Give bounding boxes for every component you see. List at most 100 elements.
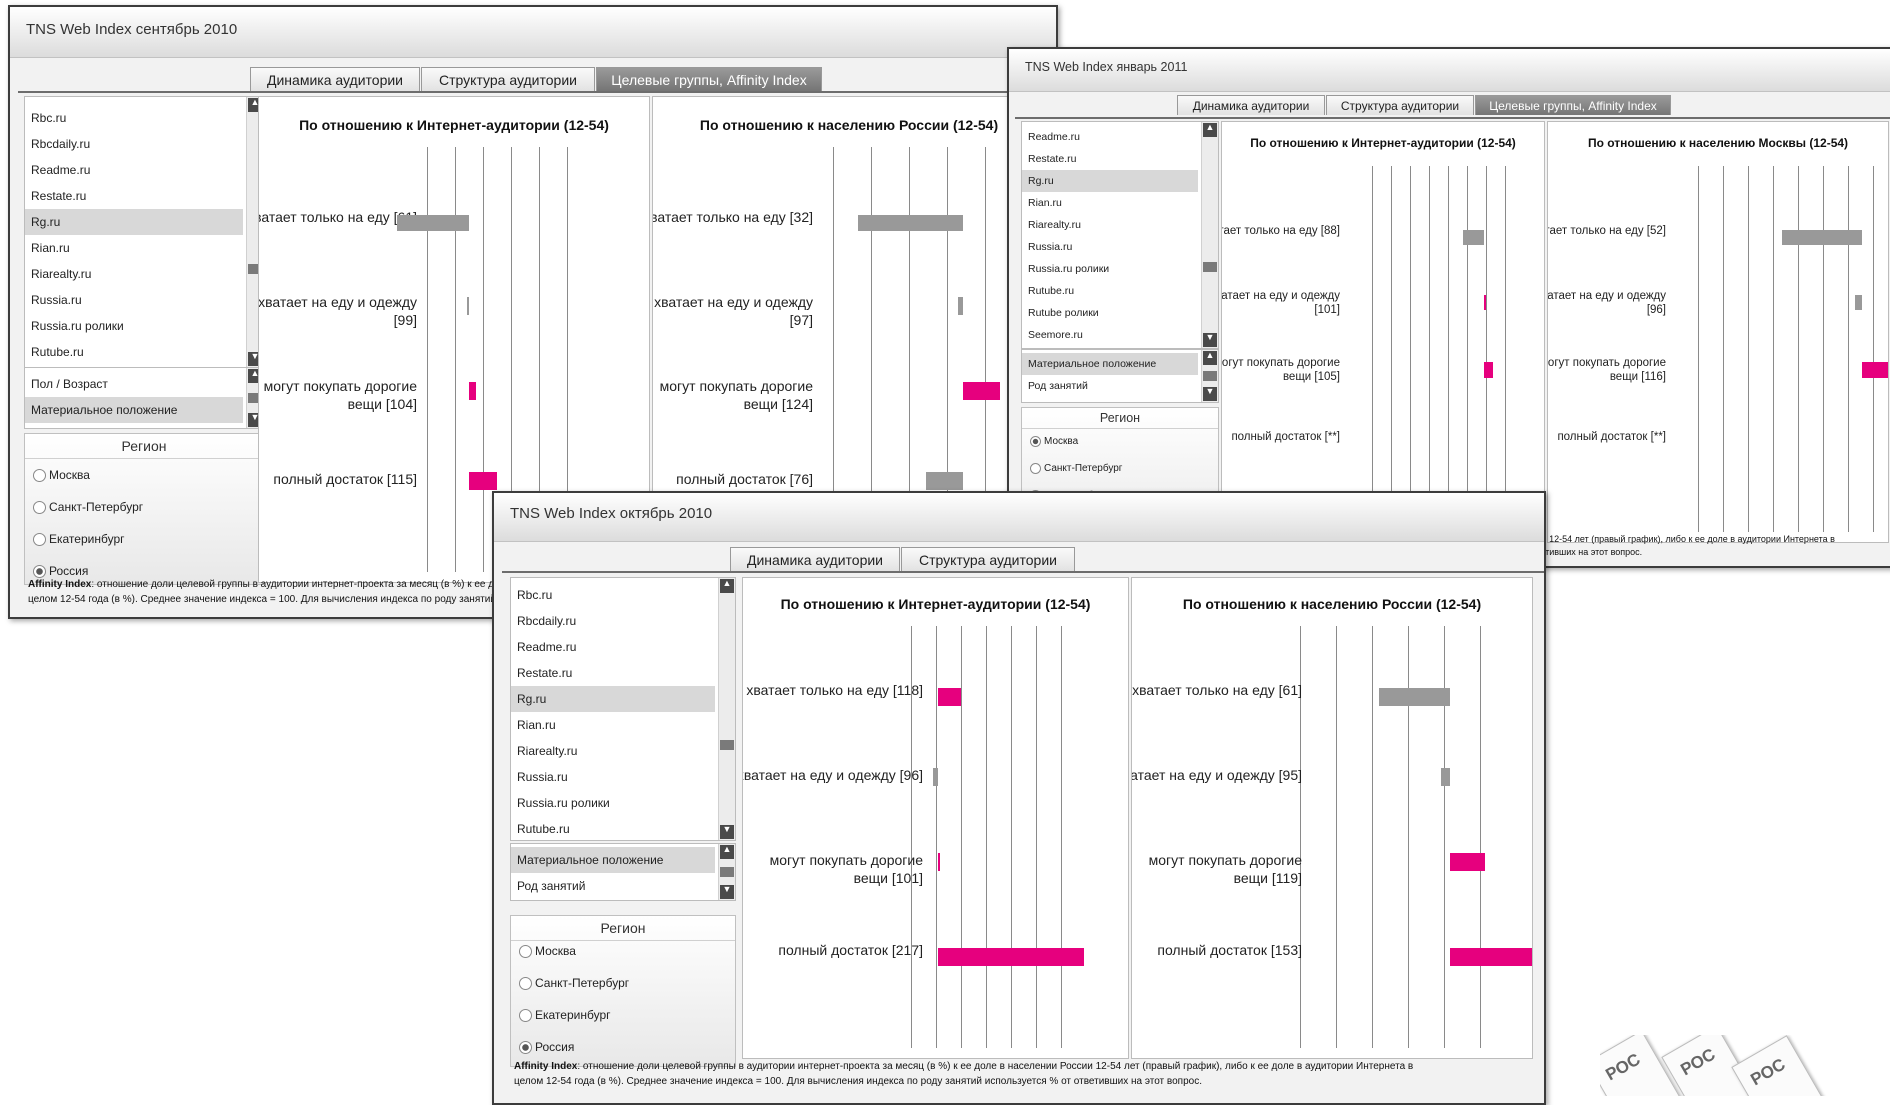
region-option[interactable]: Москва: [519, 942, 576, 960]
region-option[interactable]: Москва: [1030, 432, 1078, 450]
radio-button-icon[interactable]: [33, 564, 46, 578]
chart-category-label: хватает только на еду [61]: [1132, 682, 1302, 698]
tab-audience-dynamics[interactable]: Динамика аудитории: [730, 547, 900, 571]
site-list-item[interactable]: Rian.ru: [1022, 192, 1198, 214]
radio-button-icon[interactable]: [33, 532, 46, 546]
category-list-item[interactable]: Материальное положение: [25, 397, 243, 423]
category-list-item[interactable]: Материальное положение: [1022, 353, 1198, 375]
site-list-item[interactable]: Readme.ru: [25, 157, 243, 183]
region-selector: Регион Москва Санкт-Петербург Екатеринбург Р…: [24, 433, 264, 585]
chart-bar: [933, 768, 938, 786]
radio-button-icon[interactable]: [519, 976, 532, 990]
tab-audience-structure[interactable]: Структура аудитории: [901, 547, 1075, 571]
chart-gridline: [986, 626, 987, 1048]
region-option[interactable]: Москва: [33, 466, 90, 484]
radio-button-icon[interactable]: [33, 500, 46, 514]
site-list-item[interactable]: Russia.ru ролики: [25, 313, 243, 339]
site-list-scrollbar[interactable]: ▲ ▼: [1201, 122, 1218, 348]
region-option[interactable]: Санкт-Петербург: [1030, 459, 1122, 477]
category-list-item[interactable]: Пол / Возраст: [25, 371, 243, 397]
radio-button-icon[interactable]: [1030, 462, 1041, 474]
region-option[interactable]: Санкт-Петербург: [33, 498, 143, 516]
chart-category-label: могут покупать дорогие вещи [116]: [1547, 357, 1666, 384]
scroll-down-arrow-icon[interactable]: ▼: [720, 825, 734, 839]
category-list-scrollbar[interactable]: ▲ ▼: [718, 844, 735, 900]
tab-target-groups[interactable]: Целевые группы, Affinity Index: [1475, 95, 1671, 115]
site-list-item[interactable]: Rbc.ru: [511, 582, 715, 608]
site-list-item[interactable]: Restate.ru: [25, 183, 243, 209]
category-list: Материальное положение Род занятий ▲ ▼: [1021, 349, 1219, 403]
card-text: РОС: [1677, 1044, 1719, 1080]
radio-button-icon[interactable]: [519, 944, 532, 958]
site-list-item[interactable]: Readme.ru: [1022, 126, 1198, 148]
site-list-item[interactable]: Rg.ru: [25, 209, 243, 235]
chart-bar: [938, 688, 961, 706]
app-window: TNS Web Index октябрь 2010 Динамика аудит…: [492, 491, 1546, 1105]
site-list-item[interactable]: Riarealty.ru: [25, 261, 243, 287]
scroll-thumb[interactable]: [720, 740, 734, 751]
region-option[interactable]: Санкт-Петербург: [519, 974, 629, 992]
site-list-item[interactable]: Russia.ru: [25, 287, 243, 313]
site-list-item[interactable]: Rbcdaily.ru: [511, 608, 715, 634]
region-option[interactable]: Екатеринбург: [33, 530, 125, 548]
tab-audience-structure[interactable]: Структура аудитории: [1326, 95, 1474, 115]
chart-bar: [963, 382, 1001, 400]
scroll-up-arrow-icon[interactable]: ▲: [1203, 351, 1217, 365]
scroll-thumb[interactable]: [1203, 371, 1217, 381]
site-list-scrollbar[interactable]: ▲ ▼: [718, 578, 735, 840]
note-line2: целом 12-54 года (в %). Среднее значение…: [514, 1075, 1202, 1087]
region-option[interactable]: Екатеринбург: [519, 1006, 611, 1024]
site-list-item[interactable]: Restate.ru: [511, 660, 715, 686]
chart-category-label: могут покупать дорогие вещи [124]: [659, 378, 813, 412]
newspaper-card-icon: РОС: [1731, 1035, 1833, 1096]
chart-gridline: [1429, 166, 1430, 532]
category-list-item[interactable]: Род занятий: [511, 873, 715, 899]
region-option[interactable]: Россия: [519, 1038, 574, 1056]
radio-button-icon[interactable]: [33, 468, 46, 482]
site-list-item[interactable]: Russia.ru ролики: [511, 790, 715, 816]
chart-category-label: хватает только на еду [118]: [746, 682, 923, 698]
category-list-scrollbar[interactable]: ▲ ▼: [1201, 350, 1218, 402]
scroll-up-arrow-icon[interactable]: ▲: [720, 845, 734, 859]
site-list-item[interactable]: Rutube ролики: [1022, 302, 1198, 324]
site-list-item[interactable]: Rutube.ru: [1022, 280, 1198, 302]
tab-target-groups[interactable]: Целевые группы, Affinity Index: [596, 67, 822, 91]
tab-audience-structure[interactable]: Структура аудитории: [421, 67, 595, 91]
site-list-item[interactable]: Russia.ru: [1022, 236, 1198, 258]
radio-button-icon[interactable]: [519, 1040, 532, 1054]
site-list-item[interactable]: Rian.ru: [25, 235, 243, 261]
chart-category-label: хватает только на еду [88]: [1222, 225, 1340, 237]
scroll-up-arrow-icon[interactable]: ▲: [1203, 123, 1217, 137]
window-title: TNS Web Index октябрь 2010: [510, 505, 713, 522]
scroll-thumb[interactable]: [1203, 262, 1217, 273]
tab-audience-dynamics[interactable]: Динамика аудитории: [1177, 95, 1325, 115]
site-list-item[interactable]: Restate.ru: [1022, 148, 1198, 170]
category-list-item[interactable]: Род занятий: [1022, 375, 1198, 397]
site-list-item[interactable]: Seemore.ru: [1022, 324, 1198, 346]
site-list-item[interactable]: Riarealty.ru: [1022, 214, 1198, 236]
site-list-item[interactable]: Rutube.ru: [511, 816, 715, 840]
site-list-item[interactable]: Riarealty.ru: [511, 738, 715, 764]
scroll-down-arrow-icon[interactable]: ▼: [1203, 333, 1217, 347]
chart-bar: [857, 215, 963, 231]
chart-category-label: могут покупать дорогие вещи [105]: [1221, 357, 1340, 384]
title-bar: TNS Web Index октябрь 2010: [494, 493, 1544, 542]
category-list-item[interactable]: Материальное положение: [511, 847, 715, 873]
scroll-down-arrow-icon[interactable]: ▼: [1203, 387, 1217, 401]
scroll-thumb[interactable]: [720, 867, 734, 877]
site-list-item[interactable]: Rian.ru: [511, 712, 715, 738]
scroll-down-arrow-icon[interactable]: ▼: [720, 885, 734, 899]
tab-audience-dynamics[interactable]: Динамика аудитории: [250, 67, 420, 91]
site-list-item[interactable]: Rutube.ru: [25, 339, 243, 365]
site-list-item[interactable]: Rbcdaily.ru: [25, 131, 243, 157]
decorative-newspapers: РОС РОС РОС: [1600, 1035, 1890, 1096]
site-list-item[interactable]: Rbc.ru: [25, 105, 243, 131]
site-list-item[interactable]: Readme.ru: [511, 634, 715, 660]
site-list-item[interactable]: Rg.ru: [511, 686, 715, 712]
site-list-item[interactable]: Rg.ru: [1022, 170, 1198, 192]
site-list-item[interactable]: Russia.ru ролики: [1022, 258, 1198, 280]
site-list-item[interactable]: Russia.ru: [511, 764, 715, 790]
scroll-up-arrow-icon[interactable]: ▲: [720, 579, 734, 593]
radio-button-icon[interactable]: [519, 1008, 532, 1022]
radio-button-icon[interactable]: [1030, 435, 1041, 447]
